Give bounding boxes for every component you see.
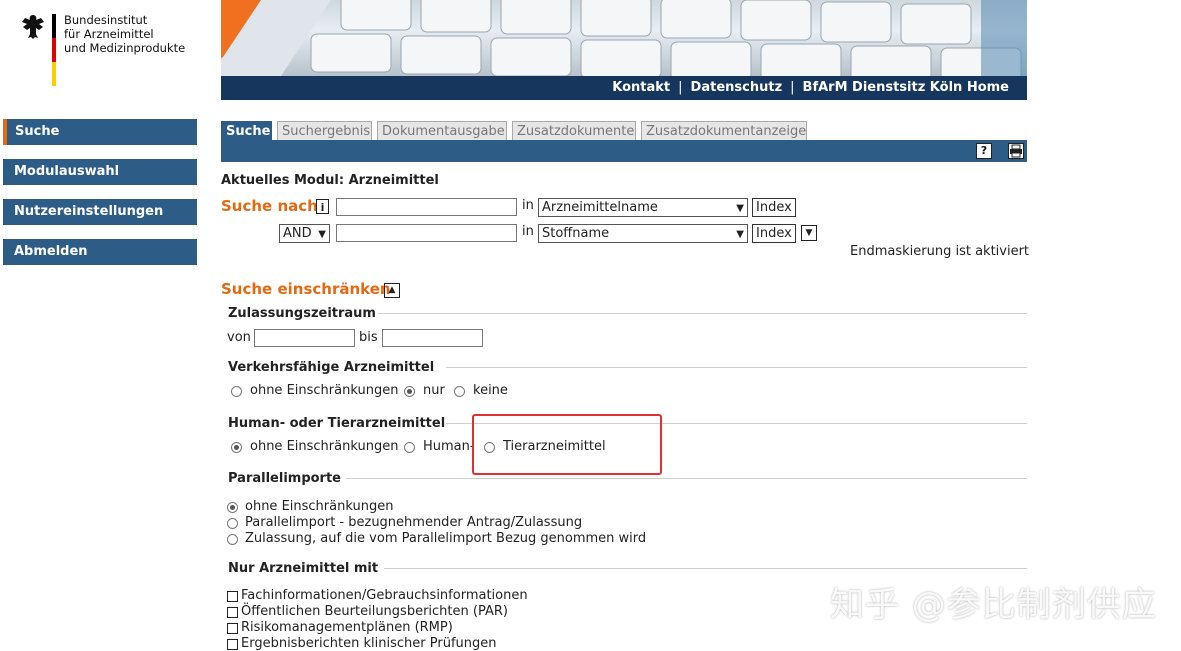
restrict-title: Suche einschränken xyxy=(221,280,391,298)
divider xyxy=(446,367,1027,368)
tab-dokumentausgabe[interactable]: Dokumentausgabe xyxy=(377,121,507,140)
header-banner-image xyxy=(221,0,1027,76)
option-label: Öffentlichen Beurteilungsberichten (PAR) xyxy=(241,604,508,619)
tab-toolbar xyxy=(221,140,1027,162)
marketable-title: Verkehrsfähige Arzneimittel xyxy=(228,360,435,375)
option-label: ohne Einschränkungen xyxy=(250,383,399,398)
chevron-down-icon: ▼ xyxy=(736,203,744,214)
only-with-checkbox-trials[interactable] xyxy=(227,639,238,650)
institute-name: Bundesinstitut für Arzneimittel und Medi… xyxy=(64,13,185,55)
eagle-emblem-icon xyxy=(22,15,44,39)
only-with-checkbox-rmp[interactable] xyxy=(227,623,238,634)
human-vet-radio-human[interactable] xyxy=(404,442,415,453)
sidebar-item-nutzereinstellungen[interactable]: Nutzereinstellungen xyxy=(3,199,197,225)
option-label: nur xyxy=(423,383,445,398)
option-label: Zulassung, auf die vom Parallelimport Be… xyxy=(245,531,647,546)
only-with-checkbox-info[interactable] xyxy=(227,591,238,602)
help-icon[interactable]: ? xyxy=(976,143,992,159)
divider xyxy=(346,478,1027,479)
select-value: Stoffname xyxy=(542,226,610,241)
parallel-radio-all[interactable] xyxy=(227,502,238,513)
option-label: ohne Einschränkungen xyxy=(250,439,399,454)
marketable-radio-none[interactable] xyxy=(454,386,465,397)
link-datenschutz[interactable]: Datenschutz xyxy=(683,80,791,95)
option-label: ohne Einschränkungen xyxy=(245,499,394,514)
chevron-down-icon: ▼ xyxy=(318,229,326,240)
select-value: Arzneimittelname xyxy=(542,200,658,215)
in-label: in xyxy=(522,198,534,213)
parallel-radio-reference[interactable] xyxy=(227,534,238,545)
current-module-label: Aktuelles Modul: Arzneimittel xyxy=(221,173,439,188)
human-vet-radio-all[interactable] xyxy=(231,442,242,453)
approval-title: Zulassungszeitraum xyxy=(228,306,376,321)
tab-suche[interactable]: Suche xyxy=(221,121,272,140)
divider xyxy=(378,313,1027,314)
search-field-select-1[interactable]: Arzneimittelname ▼ xyxy=(538,198,748,217)
search-field-select-2[interactable]: Stoffname ▼ xyxy=(538,224,748,243)
link-home[interactable]: BfArM Dienstsitz Köln Home xyxy=(795,80,1017,95)
sidebar-item-modulauswahl[interactable]: Modulauswahl xyxy=(3,159,197,185)
in-label: in xyxy=(522,224,534,239)
only-with-title: Nur Arzneimittel mit xyxy=(228,561,379,576)
logo-line: Bundesinstitut xyxy=(64,13,148,27)
option-label: Fachinformationen/Gebrauchsinformationen xyxy=(241,588,528,603)
marketable-radio-all[interactable] xyxy=(231,386,242,397)
tab-zusatzdokumentanzeige[interactable]: Zusatzdokumentanzeige xyxy=(641,121,807,140)
human-vet-title: Human- oder Tierarzneimittel xyxy=(228,416,446,431)
operator-select[interactable]: AND ▼ xyxy=(279,224,330,243)
info-icon[interactable]: i xyxy=(316,199,329,214)
option-label: Risikomanagementplänen (RMP) xyxy=(241,620,453,635)
sidebar-item-abmelden[interactable]: Abmelden xyxy=(3,239,197,265)
option-label: keine xyxy=(473,383,508,398)
collapse-icon[interactable]: ▲ xyxy=(384,283,400,298)
watermark: 知乎 @参比制剂供应 xyxy=(830,585,1157,625)
divider xyxy=(384,568,1027,569)
highlight-box xyxy=(472,414,662,475)
to-label: bis xyxy=(359,330,378,345)
add-row-icon[interactable]: ▼ xyxy=(801,225,817,241)
index-button-2[interactable]: Index xyxy=(752,224,796,243)
parallel-radio-import[interactable] xyxy=(227,518,238,529)
search-input-1[interactable] xyxy=(336,198,517,216)
search-title: Suche nach xyxy=(221,197,318,215)
approval-to-input[interactable] xyxy=(382,329,483,347)
german-flag-bar xyxy=(52,14,56,86)
tab-suchergebnis[interactable]: Suchergebnis xyxy=(277,121,372,140)
search-input-2[interactable] xyxy=(336,224,517,242)
masking-note: Endmaskierung ist aktiviert xyxy=(850,244,1030,259)
option-label: Ergebnisberichten klinischer Prüfungen xyxy=(241,636,497,651)
print-icon[interactable] xyxy=(1008,143,1024,159)
tab-zusatzdokumente[interactable]: Zusatzdokumente xyxy=(512,121,636,140)
logo-line: und Medizinprodukte xyxy=(64,41,186,55)
marketable-radio-only[interactable] xyxy=(404,386,415,397)
from-label: von xyxy=(227,330,251,345)
top-link-bar: Kontakt | Datenschutz | BfArM Dienstsitz… xyxy=(221,76,1027,100)
parallel-title: Parallelimporte xyxy=(228,471,342,486)
logo-line: für Arzneimittel xyxy=(64,27,154,41)
link-kontakt[interactable]: Kontakt xyxy=(604,80,678,95)
only-with-checkbox-par[interactable] xyxy=(227,607,238,618)
select-value: AND xyxy=(283,226,312,241)
approval-from-input[interactable] xyxy=(254,329,355,347)
sidebar-item-suche[interactable]: Suche xyxy=(3,119,197,145)
index-button-1[interactable]: Index xyxy=(752,198,796,217)
option-label: Human- xyxy=(423,439,475,454)
option-label: Parallelimport - bezugnehmender Antrag/Z… xyxy=(245,515,583,530)
chevron-down-icon: ▼ xyxy=(736,229,744,240)
